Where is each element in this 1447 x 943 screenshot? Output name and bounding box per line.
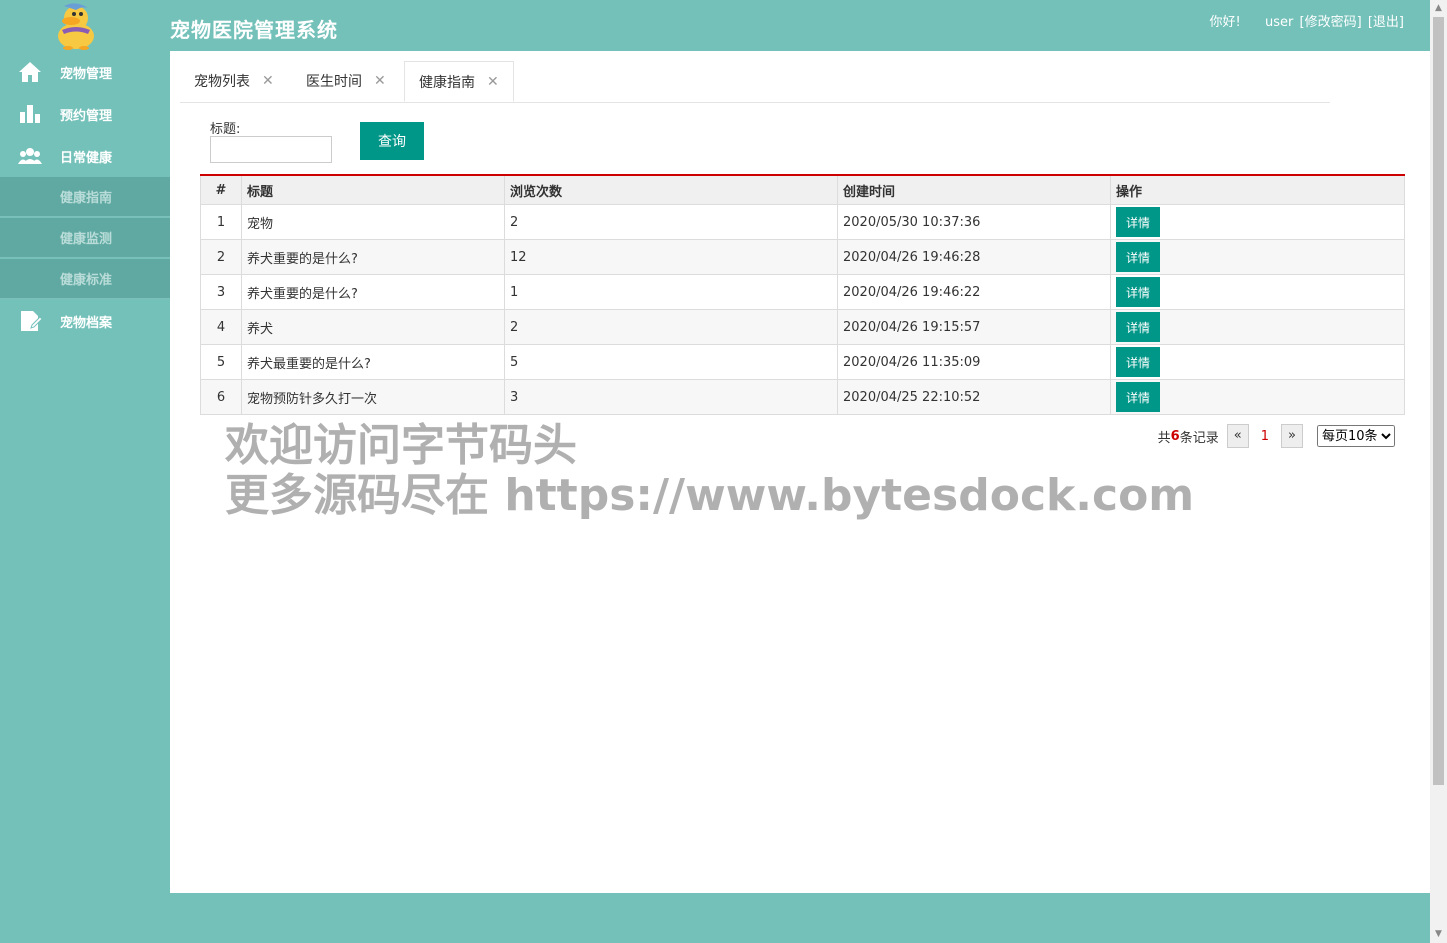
watermark: 欢迎访问字节码头 更多源码尽在 https://www.bytesdock.co…	[225, 420, 1195, 521]
close-icon[interactable]: ✕	[262, 73, 274, 89]
sidebar-item-pet-management[interactable]: 宠物管理	[0, 52, 170, 92]
row-title: 宠物	[241, 204, 505, 240]
pagination: 共 6 条记录 « 1 » 每页10条	[1158, 424, 1395, 448]
tab-health-guide[interactable]: 健康指南 ✕	[404, 61, 514, 102]
row-views: 2	[504, 204, 838, 240]
detail-button[interactable]: 详情	[1116, 242, 1160, 272]
row-views: 2	[504, 309, 838, 345]
tab-doctor-time[interactable]: 医生时间 ✕	[292, 61, 400, 101]
row-created: 2020/04/26 19:46:28	[837, 239, 1111, 275]
total-suffix: 条记录	[1179, 430, 1219, 446]
row-created: 2020/04/26 19:15:57	[837, 309, 1111, 345]
sidebar-item-label: 日常健康	[60, 150, 113, 166]
close-icon[interactable]: ✕	[487, 74, 499, 90]
row-views: 1	[504, 274, 838, 310]
scroll-up-icon[interactable]: ▲	[1430, 0, 1447, 17]
row-created: 2020/05/30 10:37:36	[837, 204, 1111, 240]
document-icon	[18, 309, 42, 333]
detail-button[interactable]: 详情	[1116, 277, 1160, 307]
table-header-row: # 标题 浏览次数 创建时间 操作	[200, 174, 1405, 205]
table-row: 3 养犬重要的是什么? 1 2020/04/26 19:46:22 详情	[200, 274, 1405, 310]
sidebar-item-daily-health[interactable]: 日常健康	[0, 136, 170, 176]
table-row: 2 养犬重要的是什么? 12 2020/04/26 19:46:28 详情	[200, 239, 1405, 275]
search-label: 标题:	[210, 122, 241, 137]
duck-logo-icon	[54, 2, 98, 50]
row-created: 2020/04/26 19:46:22	[837, 274, 1111, 310]
row-index: 2	[200, 239, 242, 275]
home-icon	[18, 60, 42, 84]
row-index: 4	[200, 309, 242, 345]
header: 宠物医院管理系统 你好! user [修改密码] [退出]	[0, 0, 1430, 51]
close-icon[interactable]: ✕	[374, 73, 386, 89]
table-row: 1 宠物 2 2020/05/30 10:37:36 详情	[200, 204, 1405, 240]
row-views: 5	[504, 344, 838, 380]
row-index: 5	[200, 344, 242, 380]
row-title: 养犬重要的是什么?	[241, 274, 505, 310]
users-icon	[18, 144, 42, 168]
row-title: 养犬重要的是什么?	[241, 239, 505, 275]
change-password-link[interactable]: [修改密码]	[1300, 15, 1362, 30]
scroll-down-icon[interactable]: ▼	[1430, 926, 1447, 943]
table-row: 6 宠物预防针多久打一次 3 2020/04/25 22:10:52 详情	[200, 379, 1405, 415]
row-created: 2020/04/25 22:10:52	[837, 379, 1111, 415]
sidebar-item-appointment-management[interactable]: 预约管理	[0, 94, 170, 134]
logout-link[interactable]: [退出]	[1368, 15, 1404, 30]
scrollbar[interactable]: ▲ ▼	[1430, 0, 1447, 943]
column-header-title: 标题	[241, 174, 505, 205]
total-prefix: 共	[1157, 430, 1171, 446]
page-size-select[interactable]: 每页10条	[1317, 425, 1395, 447]
title-search-input[interactable]	[210, 136, 332, 163]
search-button[interactable]: 查询	[360, 122, 424, 160]
column-header-action: 操作	[1110, 174, 1405, 205]
sidebar-subitem-health-monitoring[interactable]: 健康监测	[0, 218, 170, 258]
table-row: 4 养犬 2 2020/04/26 19:15:57 详情	[200, 309, 1405, 345]
column-header-created: 创建时间	[837, 174, 1111, 205]
row-index: 6	[200, 379, 242, 415]
row-title: 养犬	[241, 309, 505, 345]
row-title: 宠物预防针多久打一次	[241, 379, 505, 415]
sidebar-subitem-health-standards[interactable]: 健康标准	[0, 259, 170, 299]
next-page-button[interactable]: »	[1281, 424, 1303, 448]
detail-button[interactable]: 详情	[1116, 382, 1160, 412]
table-row: 5 养犬最重要的是什么? 5 2020/04/26 11:35:09 详情	[200, 344, 1405, 380]
row-created: 2020/04/26 11:35:09	[837, 344, 1111, 380]
column-header-index: #	[200, 174, 242, 205]
row-title: 养犬最重要的是什么?	[241, 344, 505, 380]
sidebar: 宠物管理 预约管理 日常健康 健康指南 健康监测 健康标准 宠物档案	[0, 51, 170, 943]
page-number[interactable]: 1	[1261, 429, 1269, 444]
row-index: 1	[200, 204, 242, 240]
scroll-thumb[interactable]	[1433, 17, 1444, 785]
greeting-text: 你好!	[1209, 15, 1241, 30]
detail-button[interactable]: 详情	[1116, 207, 1160, 237]
sidebar-item-label: 宠物管理	[60, 66, 113, 82]
detail-button[interactable]: 详情	[1116, 312, 1160, 342]
row-index: 3	[200, 274, 242, 310]
total-count: 6	[1170, 428, 1180, 444]
username-text: user	[1265, 15, 1294, 30]
row-views: 12	[504, 239, 838, 275]
tab-bar: 宠物列表 ✕ 医生时间 ✕ 健康指南 ✕	[180, 61, 1330, 103]
prev-page-button[interactable]: «	[1226, 424, 1249, 448]
column-header-views: 浏览次数	[504, 174, 838, 205]
row-views: 3	[504, 379, 838, 415]
sidebar-item-label: 预约管理	[60, 108, 113, 124]
footer-bar	[170, 893, 1430, 943]
detail-button[interactable]: 详情	[1116, 347, 1160, 377]
sidebar-item-label: 宠物档案	[60, 315, 113, 331]
guide-table: # 标题 浏览次数 创建时间 操作 1 宠物 2 2020/05/30 10:3…	[200, 174, 1405, 415]
tab-pet-list[interactable]: 宠物列表 ✕	[180, 61, 288, 101]
app-title: 宠物医院管理系统	[170, 18, 338, 42]
sidebar-item-pet-records[interactable]: 宠物档案	[0, 301, 170, 341]
user-bar: 你好! user [修改密码] [退出]	[1208, 11, 1404, 30]
sidebar-subitem-health-guide[interactable]: 健康指南	[0, 177, 170, 217]
main-content: 宠物列表 ✕ 医生时间 ✕ 健康指南 ✕ 标题: 查询 # 标题 浏览次数 创建…	[170, 51, 1430, 893]
bar-chart-icon	[18, 102, 42, 126]
